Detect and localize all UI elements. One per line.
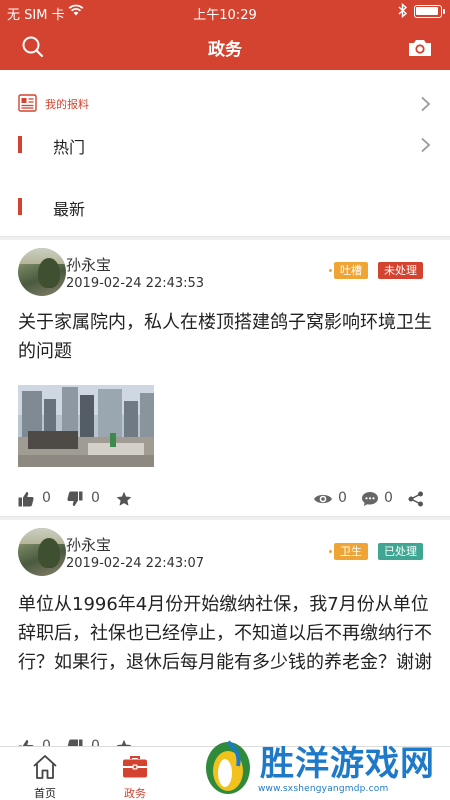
avatar-tree	[38, 258, 60, 288]
battery-icon	[414, 5, 445, 18]
star-icon[interactable]	[116, 491, 132, 507]
latest-section-label: 最新	[53, 200, 86, 219]
post-image[interactable]	[18, 385, 154, 467]
watermark-url: www.sxshengyangmdp.com	[258, 784, 389, 794]
watermark-text: 胜洋游戏网	[260, 744, 435, 784]
my-report-row[interactable]: 我的报料	[0, 88, 450, 120]
section-marker	[18, 198, 22, 215]
page-title: 政务	[208, 40, 242, 60]
post-author[interactable]: 孙永宝	[66, 254, 111, 275]
comment-icon[interactable]	[361, 491, 379, 507]
tab-gov-label: 政务	[124, 787, 146, 800]
my-report-label: 我的报料	[45, 98, 89, 111]
nav-bar: 政务	[0, 24, 450, 70]
camera-icon[interactable]	[406, 36, 434, 60]
tab-home-label: 首页	[34, 787, 56, 800]
app-screen: 无 SIM 卡 上午10:29 政务 我的报料 热门 最新 孙永宝 2019-0…	[0, 0, 450, 800]
post-date: 2019-02-24 22:43:53	[66, 276, 205, 291]
thumbs-down-icon[interactable]	[67, 491, 83, 507]
briefcase-icon	[121, 753, 149, 781]
topic-tag: 吐槽	[329, 262, 368, 279]
clock: 上午10:29	[193, 8, 257, 23]
newspaper-icon	[18, 94, 37, 112]
topic-tag: 卫生	[329, 543, 368, 560]
section-marker	[18, 136, 22, 153]
status-bar: 无 SIM 卡 上午10:29	[0, 0, 450, 24]
chevron-right-icon	[420, 96, 432, 112]
hot-section-label: 热门	[53, 138, 86, 157]
thumbs-up-icon[interactable]	[18, 491, 34, 507]
post-text[interactable]: 单位从1996年4月份开始缴纳社保，我7月份从单位辞职后，社保也已经停止，不知道…	[18, 590, 436, 677]
like-count: 0	[42, 490, 51, 506]
share-icon[interactable]	[408, 491, 424, 507]
tab-gov[interactable]: 政务	[90, 747, 180, 800]
watermark: 胜洋游戏网 www.sxshengyangmdp.com	[198, 736, 450, 800]
post-author[interactable]: 孙永宝	[66, 534, 111, 555]
bluetooth-icon	[398, 2, 408, 21]
latest-section-row: 最新	[0, 192, 450, 222]
eye-icon	[313, 492, 333, 508]
status-badge: 未处理	[378, 262, 423, 279]
post-card[interactable]: 孙永宝 2019-02-24 22:43:53 吐槽 未处理 关于家属院内，私人…	[0, 240, 450, 516]
tab-home[interactable]: 首页	[0, 747, 90, 800]
status-badge: 已处理	[378, 543, 423, 560]
dislike-count: 0	[91, 490, 100, 506]
home-icon	[31, 753, 59, 781]
comment-count: 0	[384, 490, 393, 506]
post-card[interactable]: 孙永宝 2019-02-24 22:43:07 卫生 已处理 单位从1996年4…	[0, 520, 450, 755]
avatar[interactable]	[18, 528, 66, 576]
chevron-right-icon	[420, 137, 432, 153]
view-count: 0	[338, 490, 347, 506]
hot-section-row[interactable]: 热门	[0, 130, 450, 160]
watermark-logo-icon	[202, 738, 254, 796]
post-date: 2019-02-24 22:43:07	[66, 556, 205, 571]
post-text[interactable]: 关于家属院内，私人在楼顶搭建鸽子窝影响环境卫生的问题	[18, 308, 436, 366]
post-actions: 0 0 0 0	[0, 488, 450, 512]
avatar[interactable]	[18, 248, 66, 296]
avatar-tree	[38, 538, 60, 568]
